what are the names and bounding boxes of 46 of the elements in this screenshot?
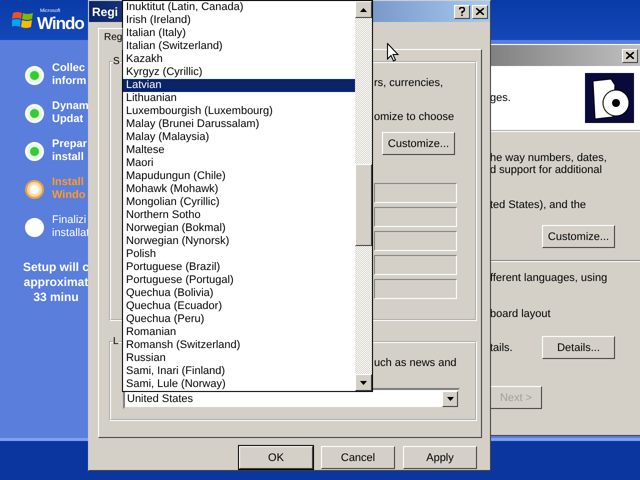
description-text: rs, currencies, xyxy=(374,77,444,89)
dialog-button[interactable]: Cancel xyxy=(321,446,395,469)
description-text: tails. xyxy=(490,342,513,354)
up-arrow-icon xyxy=(360,8,367,12)
scrollbar[interactable] xyxy=(355,1,372,391)
help-icon xyxy=(459,7,465,16)
close-icon xyxy=(626,52,634,59)
group-label: L xyxy=(113,336,119,347)
step-label: Finalizi xyxy=(52,214,88,227)
scroll-up-button[interactable] xyxy=(355,1,372,18)
customize-button[interactable]: Customize... xyxy=(542,225,615,248)
description-text: ted States), and the xyxy=(490,199,588,211)
tab[interactable]: Reg xyxy=(98,28,124,50)
details-button[interactable]: Details... xyxy=(542,336,615,359)
description-text: he way numbers, dates, xyxy=(490,152,608,164)
step-label: Install xyxy=(52,176,85,189)
step-label: Prepar xyxy=(52,138,87,151)
header-text: ges. xyxy=(490,92,511,104)
scroll-thumb[interactable] xyxy=(355,164,372,246)
scroll-down-button[interactable] xyxy=(355,374,372,391)
description-text: uch as news and xyxy=(374,357,458,369)
step-label: Collec xyxy=(52,62,86,75)
group-label: S xyxy=(113,56,120,67)
window-title: Regi xyxy=(92,4,118,18)
step-label: installat xyxy=(52,227,90,240)
close-button[interactable] xyxy=(472,4,488,18)
step-label: Dynam xyxy=(52,100,89,113)
step-label: Updat xyxy=(52,113,84,126)
down-arrow-icon xyxy=(446,396,454,400)
step-label: install xyxy=(52,151,85,164)
close-button[interactable] xyxy=(622,48,638,62)
down-arrow-icon xyxy=(360,380,367,384)
description-text: fferent languages, using xyxy=(490,272,608,284)
dialog-button[interactable]: OK xyxy=(239,446,313,469)
close-icon xyxy=(476,8,484,15)
step-label: inform xyxy=(52,75,86,88)
windows-flag-icon xyxy=(12,10,34,30)
help-button[interactable] xyxy=(454,4,470,18)
step-label: Windo xyxy=(52,189,86,202)
list-item[interactable]: Latvian xyxy=(123,79,355,92)
customize-button[interactable]: Customize... xyxy=(382,132,455,155)
description-text: omize to choose xyxy=(374,111,456,123)
time-estimate-text: approximat xyxy=(24,275,88,290)
logo-text: Windo xyxy=(37,14,84,32)
time-estimate-text: 33 minu xyxy=(33,290,79,305)
dialog-button[interactable]: Apply xyxy=(403,446,477,469)
